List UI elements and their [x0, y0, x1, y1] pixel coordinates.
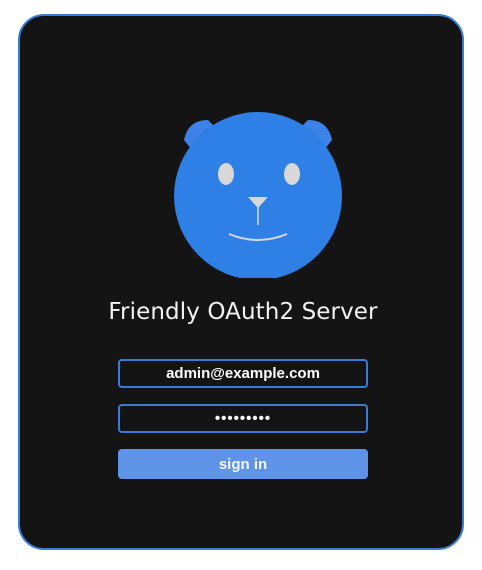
bear-logo-icon [174, 112, 342, 278]
sign-in-button[interactable]: sign in [118, 449, 368, 479]
login-card: Friendly OAuth2 Server sign in [18, 14, 464, 550]
page-title: Friendly OAuth2 Server [108, 299, 378, 325]
password-field[interactable] [118, 404, 368, 433]
email-field[interactable] [118, 359, 368, 388]
